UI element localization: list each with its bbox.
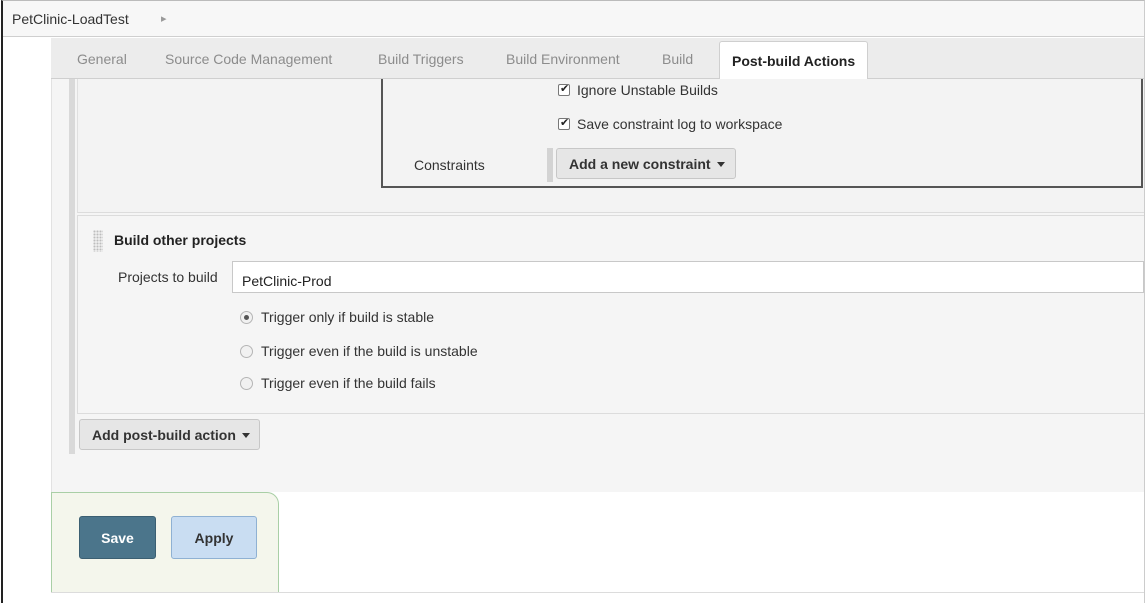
- save-log-label: Save constraint log to workspace: [577, 116, 783, 132]
- section-title: Build other projects: [114, 232, 247, 248]
- chevron-right-icon[interactable]: ▸: [161, 12, 167, 25]
- tab-build-environment[interactable]: Build Environment: [506, 51, 620, 67]
- add-new-constraint-label: Add a new constraint: [569, 156, 711, 172]
- tab-post-build-actions[interactable]: Post-build Actions: [719, 41, 869, 80]
- tab-build-triggers[interactable]: Build Triggers: [378, 51, 464, 67]
- save-log-row: Save constraint log to workspace: [558, 116, 782, 132]
- add-post-build-action-label: Add post-build action: [92, 427, 236, 443]
- trigger-fails-option[interactable]: Trigger even if the build fails: [240, 375, 436, 391]
- trigger-fails-radio[interactable]: [240, 377, 253, 390]
- trigger-fails-label: Trigger even if the build fails: [261, 375, 436, 391]
- trigger-stable-radio[interactable]: [240, 311, 253, 324]
- footer-divider: [51, 592, 1144, 593]
- save-log-checkbox[interactable]: [558, 116, 570, 130]
- trigger-unstable-radio[interactable]: [240, 345, 253, 358]
- caret-down-icon: [716, 162, 725, 167]
- add-new-constraint-button[interactable]: Add a new constraint: [556, 148, 736, 179]
- breadcrumb: PetClinic-LoadTest ▸: [3, 1, 1144, 37]
- window-frame: PetClinic-LoadTest ▸ General Source Code…: [1, 0, 1145, 603]
- section-drag-bar: [69, 79, 75, 454]
- config-tabs: General Source Code Management Build Tri…: [51, 38, 1144, 80]
- constraint-grip: [547, 148, 553, 182]
- ignore-unstable-row: Ignore Unstable Builds: [558, 82, 718, 98]
- breadcrumb-project-link[interactable]: PetClinic-LoadTest: [12, 11, 129, 27]
- ignore-unstable-checkbox[interactable]: [558, 82, 570, 96]
- projects-to-build-input[interactable]: [232, 261, 1144, 293]
- save-button[interactable]: Save: [79, 516, 156, 559]
- trigger-stable-option[interactable]: Trigger only if build is stable: [240, 309, 434, 325]
- caret-down-icon: [241, 433, 250, 438]
- tab-build[interactable]: Build: [662, 51, 693, 67]
- apply-button[interactable]: Apply: [171, 516, 257, 559]
- projects-to-build-label: Projects to build: [118, 269, 218, 285]
- add-post-build-action-button[interactable]: Add post-build action: [79, 419, 260, 450]
- constraints-label: Constraints: [414, 157, 485, 173]
- ignore-unstable-label: Ignore Unstable Builds: [577, 82, 718, 98]
- tab-general[interactable]: General: [77, 51, 127, 67]
- trigger-unstable-option[interactable]: Trigger even if the build is unstable: [240, 343, 478, 359]
- tab-source-code-management[interactable]: Source Code Management: [165, 51, 332, 67]
- trigger-stable-label: Trigger only if build is stable: [261, 309, 435, 325]
- drag-handle-icon[interactable]: [93, 230, 103, 252]
- trigger-unstable-label: Trigger even if the build is unstable: [261, 343, 478, 359]
- constraints-box: [381, 79, 1143, 188]
